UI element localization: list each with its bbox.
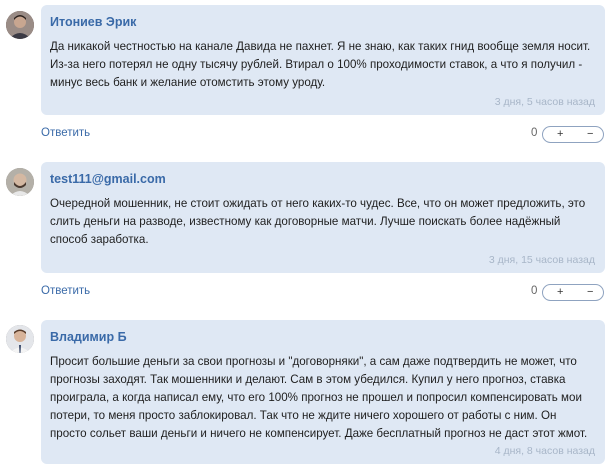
comment-item: Владимир Б Просит большие деньги за свои…	[0, 0, 609, 470]
user-photo-icon	[6, 325, 34, 353]
comment-text: Просит большие деньги за свои прогнозы и…	[50, 355, 588, 440]
comment-bubble: Владимир Б Просит большие деньги за свои…	[41, 320, 605, 464]
comment-author[interactable]: Владимир Б	[50, 330, 595, 344]
avatar[interactable]	[6, 325, 34, 353]
comment-timestamp: 4 дня, 8 часов назад	[494, 445, 595, 457]
